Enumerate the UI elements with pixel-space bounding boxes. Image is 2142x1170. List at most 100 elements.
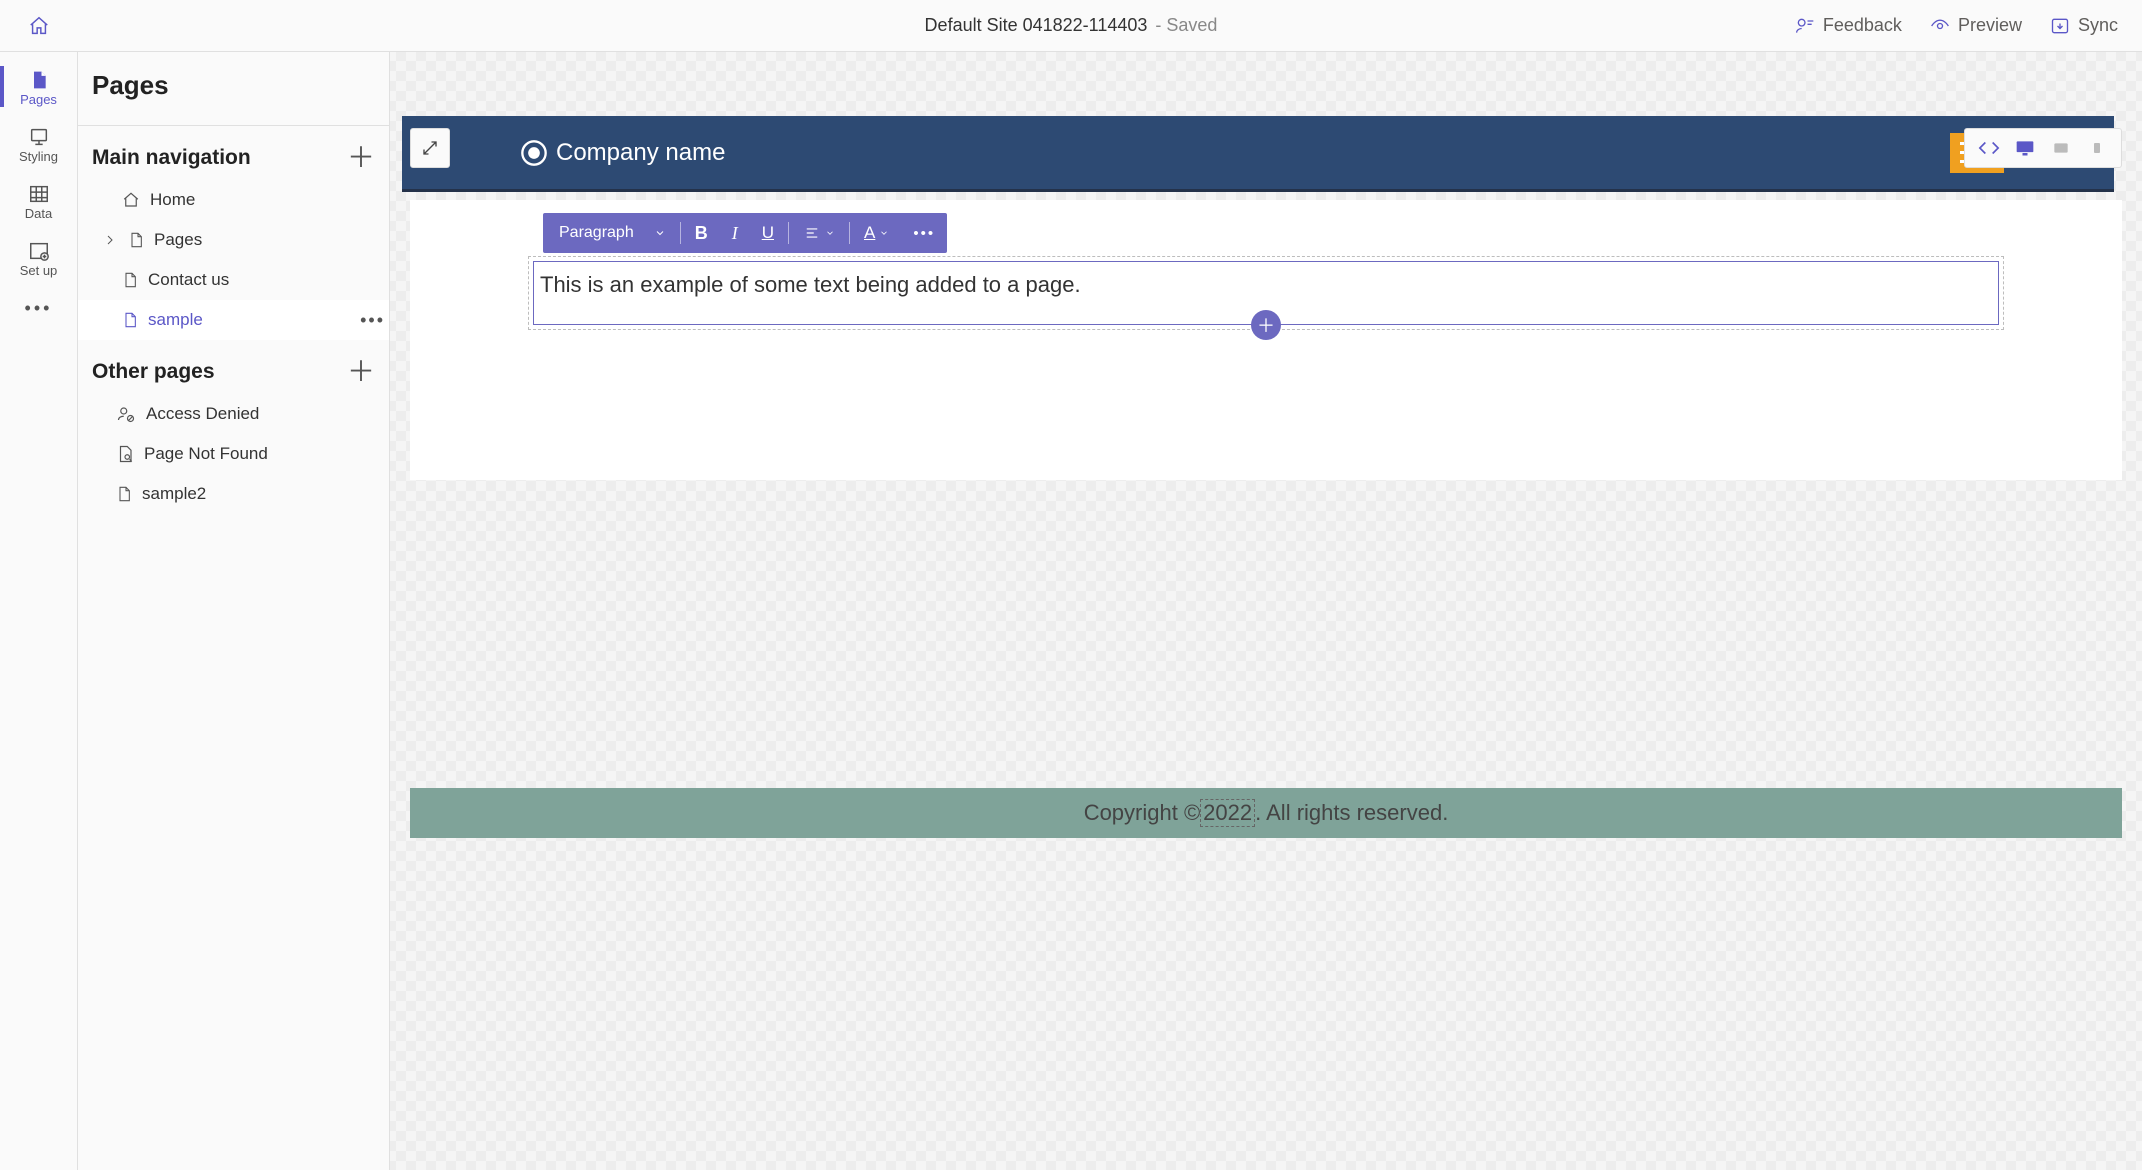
paragraph-style-select[interactable]: Paragraph [543, 213, 678, 253]
document-title: Default Site 041822-114403 - Saved [925, 15, 1218, 36]
nav-item-home[interactable]: Home [92, 180, 375, 220]
other-item-access-denied-label: Access Denied [146, 404, 259, 424]
rail-setup-label: Set up [20, 263, 58, 278]
rail-styling[interactable]: Styling [0, 115, 77, 172]
page-body: Paragraph B I U [410, 200, 2122, 480]
file-icon [116, 485, 132, 503]
nav-rail: Pages Styling Data Set up ••• [0, 52, 78, 1170]
site-name: Default Site 041822-114403 [925, 15, 1148, 36]
align-button[interactable] [791, 213, 847, 253]
nav-item-pages-label: Pages [154, 230, 202, 250]
rail-data[interactable]: Data [0, 172, 77, 229]
rail-data-label: Data [25, 206, 52, 221]
other-item-sample2[interactable]: sample2 [92, 474, 375, 514]
preview-label: Preview [1958, 15, 2022, 36]
brand-logo-icon [520, 139, 548, 167]
app-topbar: Default Site 041822-114403 - Saved Feedb… [0, 0, 2142, 52]
rail-pages-label: Pages [20, 92, 57, 107]
home-small-icon [122, 191, 140, 209]
other-item-not-found-label: Page Not Found [144, 444, 268, 464]
chevron-down-icon [879, 228, 889, 238]
sync-label: Sync [2078, 15, 2118, 36]
expand-canvas-button[interactable] [410, 128, 450, 168]
add-other-page-button[interactable]: ＋ [347, 358, 375, 386]
underline-button[interactable]: U [750, 213, 786, 253]
toolbar-more-button[interactable]: ••• [901, 213, 947, 253]
home-icon [28, 15, 50, 37]
footer-year[interactable]: 2022 [1200, 799, 1255, 827]
rail-setup[interactable]: Set up [0, 229, 77, 286]
design-canvas: Company name Paragraph B I [390, 52, 2142, 1170]
user-denied-icon [116, 405, 136, 423]
feedback-label: Feedback [1823, 15, 1902, 36]
mobile-view-button[interactable] [2079, 129, 2115, 167]
panel-title: Pages [78, 52, 389, 126]
file-icon [122, 311, 138, 329]
pages-panel: Pages Main navigation ＋ Home Pages Conta… [78, 52, 390, 1170]
tablet-icon [2051, 140, 2071, 156]
toolbar-divider [788, 222, 789, 244]
paragraph-style-label: Paragraph [559, 224, 634, 242]
other-item-not-found[interactable]: Page Not Found [92, 434, 375, 474]
row-more-button[interactable]: ••• [360, 310, 385, 331]
font-color-glyph: A [864, 223, 875, 243]
brand-label: Company name [556, 139, 725, 167]
desktop-view-button[interactable] [2007, 129, 2043, 167]
align-icon [803, 226, 821, 240]
footer-prefix: Copyright © [1084, 800, 1200, 826]
mobile-icon [2091, 139, 2103, 157]
feedback-button[interactable]: Feedback [1795, 15, 1902, 36]
chevron-down-icon [654, 227, 666, 239]
pages-icon [29, 68, 49, 92]
sync-icon [2050, 16, 2070, 36]
other-item-access-denied[interactable]: Access Denied [92, 394, 375, 434]
file-icon [122, 271, 138, 289]
add-main-nav-button[interactable]: ＋ [347, 144, 375, 172]
main-nav-header: Main navigation [92, 146, 251, 170]
chevron-down-icon [825, 228, 835, 238]
rail-styling-label: Styling [19, 149, 58, 164]
tablet-view-button[interactable] [2043, 129, 2079, 167]
text-block[interactable]: This is an example of some text being ad… [533, 261, 1999, 325]
text-editor-toolbar: Paragraph B I U [543, 213, 947, 253]
brand[interactable]: Company name [520, 139, 725, 167]
selected-section[interactable]: Paragraph B I U [528, 256, 2004, 330]
other-pages-header: Other pages [92, 360, 215, 384]
font-color-button[interactable]: A [852, 213, 901, 253]
add-component-button[interactable]: ＋ [1251, 310, 1281, 340]
file-search-icon [116, 445, 134, 463]
home-button[interactable] [0, 0, 78, 51]
nav-item-contact[interactable]: Contact us [92, 260, 375, 300]
nav-item-contact-label: Contact us [148, 270, 229, 290]
more-icon: ••• [25, 296, 53, 320]
italic-button[interactable]: I [720, 213, 750, 253]
preview-site-footer: Copyright © 2022 . All rights reserved. [410, 788, 2122, 838]
rail-pages[interactable]: Pages [0, 58, 77, 115]
nav-item-pages[interactable]: Pages [92, 220, 375, 260]
nav-item-sample[interactable]: sample ••• [78, 300, 389, 340]
expand-icon [421, 139, 439, 157]
setup-icon [28, 239, 50, 263]
device-switcher [1964, 128, 2122, 168]
nav-item-sample-label: sample [148, 310, 203, 330]
toolbar-divider [849, 222, 850, 244]
code-view-button[interactable] [1971, 129, 2007, 167]
preview-site-header: Company name [402, 116, 2114, 192]
footer-suffix: . All rights reserved. [1255, 800, 1448, 826]
file-icon [128, 231, 144, 249]
code-icon [1978, 137, 2000, 159]
chevron-right-icon [102, 234, 118, 246]
text-content: This is an example of some text being ad… [540, 272, 1081, 297]
bold-button[interactable]: B [683, 213, 720, 253]
styling-icon [28, 125, 50, 149]
data-icon [28, 182, 50, 206]
preview-icon [1930, 16, 1950, 36]
nav-item-home-label: Home [150, 190, 195, 210]
other-item-sample2-label: sample2 [142, 484, 206, 504]
sync-button[interactable]: Sync [2050, 15, 2118, 36]
rail-more[interactable]: ••• [0, 286, 77, 328]
toolbar-divider [680, 222, 681, 244]
preview-button[interactable]: Preview [1930, 15, 2022, 36]
feedback-icon [1795, 16, 1815, 36]
saved-indicator: - Saved [1155, 15, 1217, 36]
